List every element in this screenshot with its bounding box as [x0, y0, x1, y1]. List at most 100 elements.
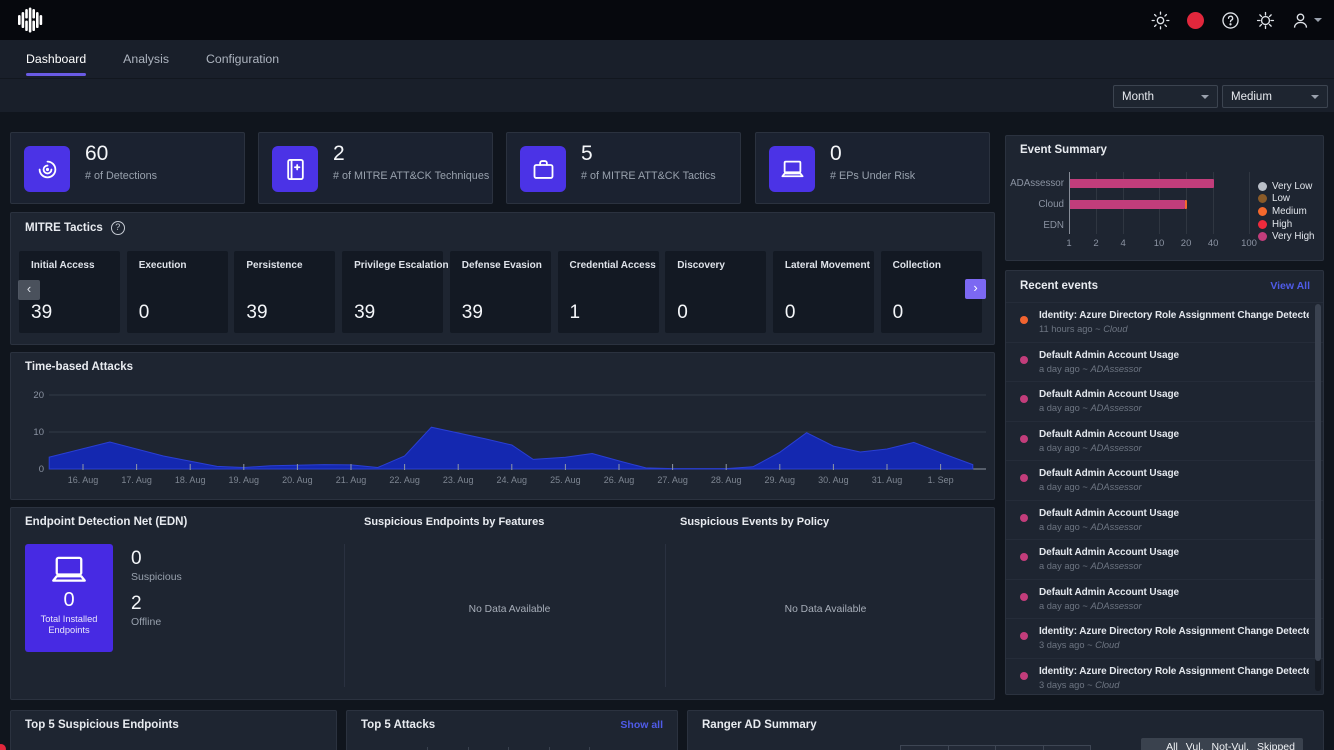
user-menu[interactable] [1290, 10, 1322, 30]
mitre-tactic-card[interactable]: Credential Access1 [558, 251, 659, 333]
recent-event-item[interactable]: Identity: Azure Directory Role Assignmen… [1006, 658, 1323, 695]
tab-configuration[interactable]: Configuration [206, 40, 279, 78]
tactic-name: Initial Access [31, 260, 95, 271]
edn-panel: Endpoint Detection Net (EDN) 0 Total Ins… [10, 507, 995, 700]
event-title: Default Admin Account Usage [1039, 508, 1309, 519]
chevron-down-icon [1201, 95, 1209, 99]
severity-dot [1020, 474, 1028, 482]
recent-events-panel: Recent events View All Identity: Azure D… [1005, 270, 1324, 695]
mitre-tactic-card[interactable]: Privilege Escalation39 [342, 251, 443, 333]
top5-attacks-panel: Top 5 Attacks Show all [346, 710, 678, 750]
ranger-filter-tab[interactable]: All [1166, 741, 1178, 750]
recent-event-item[interactable]: Default Admin Account Usagea day ago ~ A… [1006, 579, 1323, 619]
edn-suspicious-label: Suspicious [131, 571, 182, 583]
bar-segment[interactable] [1070, 200, 1185, 209]
svg-text:21. Aug: 21. Aug [336, 475, 367, 485]
eps-under-risk-stat-card[interactable]: 0 # EPs Under Risk [755, 132, 990, 204]
svg-text:29. Aug: 29. Aug [765, 475, 796, 485]
recent-events-list: Identity: Azure Directory Role Assignmen… [1006, 302, 1323, 694]
sentinelone-logo[interactable] [17, 7, 43, 33]
recent-event-item[interactable]: Default Admin Account Usage a day ago ~ A… [1006, 500, 1323, 540]
ranger-filter-tab[interactable]: Vul. [1186, 741, 1204, 750]
recent-event-item[interactable]: Default Admin Account Usagea day ago ~ A… [1006, 342, 1323, 382]
event-title: Default Admin Account Usage [1039, 429, 1309, 440]
tab-analysis[interactable]: Analysis [123, 40, 169, 78]
svg-text:10: 10 [33, 427, 44, 438]
edn-total-tile[interactable]: 0 Total Installed Endpoints [25, 544, 113, 652]
show-all-link[interactable]: Show all [620, 719, 663, 731]
legend-label: High [1272, 219, 1292, 230]
svg-text:1. Sep: 1. Sep [928, 475, 954, 485]
severity-select[interactable]: Medium [1222, 85, 1328, 108]
chevron-down-icon [1314, 18, 1322, 22]
scrollbar-thumb[interactable] [1315, 304, 1321, 661]
event-title: Default Admin Account Usage [1039, 468, 1309, 479]
detections-stat-card[interactable]: 60 # of Detections [10, 132, 245, 204]
tactics-stat-card[interactable]: 5 # of MITRE ATT&CK Tactics [506, 132, 741, 204]
gridline [1249, 172, 1250, 234]
ranger-summary-cell [995, 745, 1044, 750]
ranger-filter-tab[interactable]: Skipped [1257, 741, 1295, 750]
event-title: Default Admin Account Usage [1039, 587, 1309, 598]
features-empty-state: No Data Available [354, 604, 665, 615]
svg-text:30. Aug: 30. Aug [818, 475, 849, 485]
event-meta: a day ago ~ ADAssessor [1039, 482, 1309, 492]
recent-event-item[interactable]: Default Admin Account Usage a day ago ~ A… [1006, 460, 1323, 500]
recent-event-item[interactable]: Identity: Azure Directory Role Assignmen… [1006, 618, 1323, 658]
svg-text:27. Aug: 27. Aug [657, 475, 688, 485]
record-status-dot[interactable] [1185, 10, 1205, 30]
severity-dot [1020, 395, 1028, 403]
mitre-tactic-card[interactable]: Lateral Movement0 [773, 251, 874, 333]
stat-value: 5 [581, 142, 593, 166]
theme-toggle-sun-icon[interactable] [1150, 10, 1170, 30]
divider [344, 544, 345, 687]
techniques-stat-card[interactable]: 2 # of MITRE ATT&CK Techniques [258, 132, 493, 204]
tactic-name: Collection [893, 260, 941, 271]
event-meta: a day ago ~ ADAssessor [1039, 364, 1309, 374]
mitre-tactic-card[interactable]: Defense Evasion39 [450, 251, 551, 333]
svg-text:16. Aug: 16. Aug [68, 475, 99, 485]
stat-value: 0 [830, 142, 842, 166]
mitre-tactic-card[interactable]: Execution0 [127, 251, 228, 333]
ranger-filter-tab[interactable]: Not-Vul. [1212, 741, 1250, 750]
legend-label: Medium [1272, 206, 1307, 217]
legend-label: Very Low [1272, 181, 1312, 192]
event-meta: a day ago ~ ADAssessor [1039, 443, 1309, 453]
event-meta: 3 days ago ~ Cloud [1039, 640, 1309, 650]
tactic-count: 0 [677, 302, 688, 324]
panel-title: Recent events [1020, 280, 1098, 292]
notification-dot[interactable] [0, 744, 6, 750]
tactic-name: Persistence [246, 260, 302, 271]
recent-event-item[interactable]: Default Admin Account Usage a day ago ~ A… [1006, 421, 1323, 461]
endpoint-laptop-icon [769, 146, 815, 192]
settings-gear-icon[interactable] [1255, 10, 1275, 30]
event-meta: 3 days ago ~ Cloud [1039, 680, 1309, 690]
legend-item: Low [1258, 193, 1314, 206]
ranger-cells [901, 745, 1091, 750]
svg-text:0: 0 [39, 464, 44, 475]
help-circle-icon[interactable] [1220, 10, 1240, 30]
carousel-prev-button[interactable]: ‹ [18, 280, 40, 300]
time-range-select[interactable]: Month [1113, 85, 1218, 108]
bar-segment[interactable] [1185, 200, 1187, 209]
view-all-link[interactable]: View All [1270, 280, 1310, 292]
x-tick-label: 40 [1201, 238, 1225, 249]
tactic-count: 1 [570, 302, 581, 324]
mitre-tactic-card[interactable]: Persistence39 [234, 251, 335, 333]
bar-segment[interactable] [1070, 179, 1214, 188]
svg-text:31. Aug: 31. Aug [872, 475, 903, 485]
recent-event-item[interactable]: Default Admin Account Usagea day ago ~ A… [1006, 539, 1323, 579]
event-meta: a day ago ~ ADAssessor [1039, 522, 1309, 532]
recent-event-item[interactable]: Identity: Azure Directory Role Assignmen… [1006, 302, 1323, 342]
ranger-summary-cell [948, 745, 997, 750]
tab-dashboard[interactable]: Dashboard [26, 40, 86, 78]
mitre-tactic-card[interactable]: Discovery0 [665, 251, 766, 333]
legend-label: Very High [1272, 231, 1314, 242]
ranger-ad-summary-panel: Ranger AD Summary AllVul.Not-Vul.Skipped [687, 710, 1324, 750]
edn-offline-value: 2 [131, 593, 182, 615]
tactic-name: Execution [139, 260, 187, 271]
carousel-next-button[interactable]: › [965, 279, 986, 299]
recent-event-item[interactable]: Default Admin Account Usagea day ago ~ A… [1006, 381, 1323, 421]
panel-title: Top 5 Suspicious Endpoints [25, 719, 179, 731]
mitre-cards: Initial Access39Execution0Persistence39P… [11, 213, 994, 344]
